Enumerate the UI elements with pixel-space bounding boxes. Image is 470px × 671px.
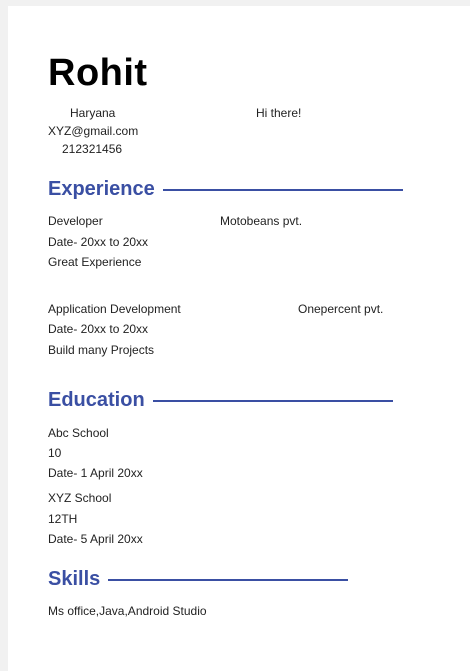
edu-1-school: Abc School: [48, 426, 109, 440]
resume-name: Rohit: [48, 52, 148, 94]
experience-divider: [162, 188, 403, 191]
skills-divider: [108, 578, 349, 581]
job-2-desc: Build many Projects: [48, 343, 155, 357]
job-1-desc: Great Experience: [48, 255, 142, 269]
edu-1-date: Date- 1 April 20xx: [48, 466, 143, 480]
skills-title: Skills: [48, 568, 101, 590]
greeting-text: Hi there!: [256, 106, 302, 120]
edu-2-date: Date- 5 April 20xx: [48, 532, 143, 546]
skills-list: Ms office,Java,Android Studio: [48, 604, 207, 618]
job-1-company: Motobeans pvt.: [220, 214, 303, 228]
edu-2-grade: 12TH: [48, 512, 78, 526]
edu-2-school: XYZ School: [48, 491, 112, 505]
job-2-role: Application Development: [48, 302, 181, 316]
education-divider: [152, 399, 393, 402]
education-heading: Education: [48, 389, 393, 412]
edu-1-grade: 10: [48, 446, 62, 460]
email-text: XYZ@gmail.com: [48, 124, 139, 138]
resume-page: Rohit Haryana Hi there! XYZ@gmail.com 21…: [8, 6, 470, 671]
job-1-role: Developer: [48, 214, 103, 228]
skills-heading: Skills: [48, 568, 349, 591]
education-title: Education: [48, 389, 145, 411]
phone-text: 212321456: [62, 142, 123, 156]
experience-heading: Experience: [48, 178, 403, 201]
experience-title: Experience: [48, 178, 155, 200]
location-text: Haryana: [70, 106, 116, 120]
job-2-date: Date- 20xx to 20xx: [48, 322, 149, 336]
job-1-date: Date- 20xx to 20xx: [48, 235, 149, 249]
job-2-company: Onepercent pvt.: [298, 302, 384, 316]
